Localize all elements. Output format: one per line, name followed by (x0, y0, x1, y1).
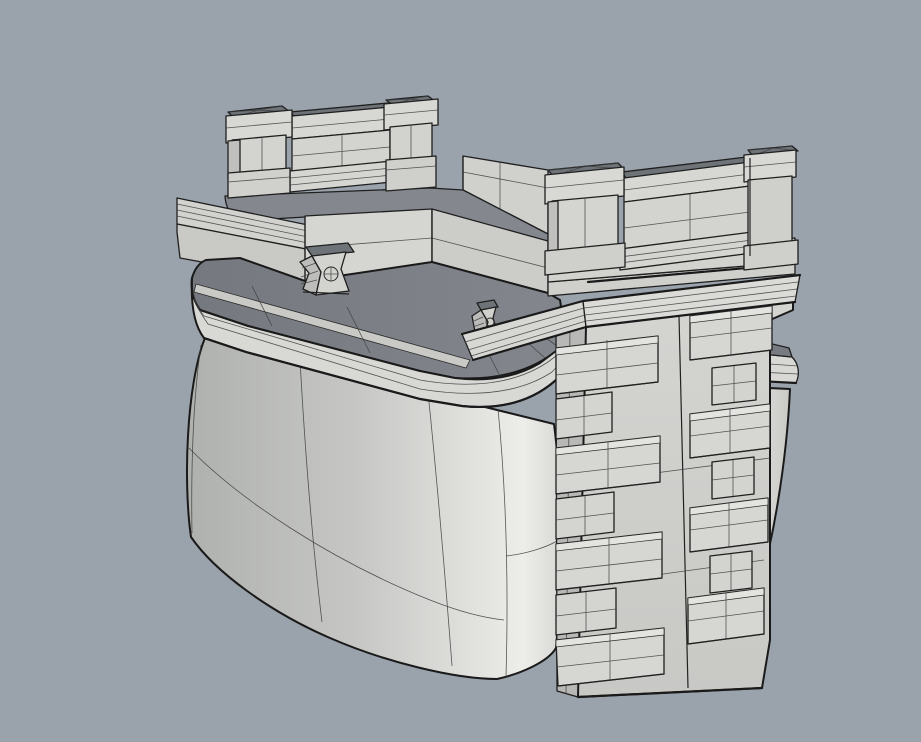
3d-viewport[interactable] (0, 0, 921, 742)
model-canvas[interactable] (0, 0, 921, 742)
left-parapet[interactable] (226, 96, 438, 198)
left-parapet-right-post[interactable] (384, 96, 438, 191)
right-parapet[interactable] (545, 146, 798, 282)
right-parapet-right-post[interactable] (744, 146, 798, 270)
left-parapet-left-post[interactable] (226, 106, 292, 198)
right-parapet-left-post[interactable] (545, 163, 625, 275)
